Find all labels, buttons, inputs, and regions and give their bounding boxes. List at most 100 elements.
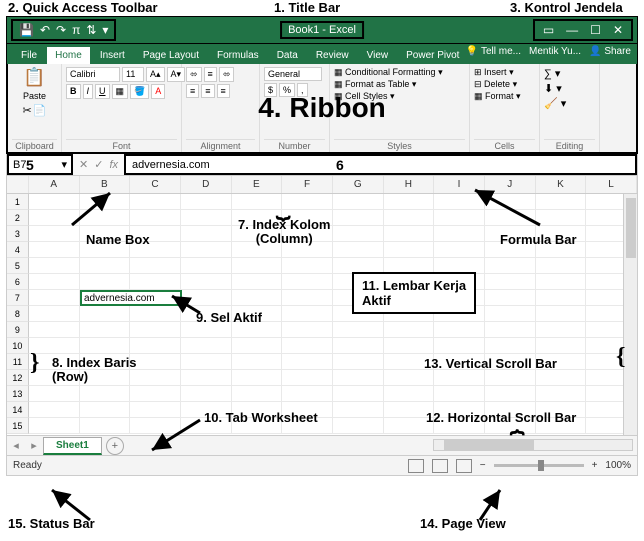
paste-icon[interactable]: 📋 <box>23 67 45 88</box>
cell-D5[interactable] <box>181 258 232 274</box>
font-name-select[interactable]: Calibri <box>66 67 120 82</box>
cell-B9[interactable] <box>80 322 131 338</box>
cell-K1[interactable] <box>536 194 587 210</box>
format-cells-button[interactable]: ▦ Format ▾ <box>474 91 521 102</box>
align-bot-icon[interactable]: ⬄ <box>219 67 235 82</box>
row-header-9[interactable]: 9 <box>7 322 29 338</box>
row-header-1[interactable]: 1 <box>7 194 29 210</box>
horizontal-scroll-bar[interactable] <box>433 439 633 451</box>
cell-H3[interactable] <box>384 226 435 242</box>
row-header-4[interactable]: 4 <box>7 242 29 258</box>
cell-J7[interactable] <box>485 290 536 306</box>
cell-C10[interactable] <box>130 338 181 354</box>
page-break-view-icon[interactable] <box>456 459 472 473</box>
fill-button-icon[interactable]: ⬇ ▾ <box>544 82 562 95</box>
number-format-select[interactable]: General <box>264 67 322 81</box>
cell-D1[interactable] <box>181 194 232 210</box>
cell-E13[interactable] <box>232 386 283 402</box>
cell-E1[interactable] <box>232 194 283 210</box>
row-header-2[interactable]: 2 <box>7 210 29 226</box>
column-header-L[interactable]: L <box>586 176 637 193</box>
cell-J12[interactable] <box>485 370 536 386</box>
cell-B14[interactable] <box>80 402 131 418</box>
bold-button[interactable]: B <box>66 84 81 99</box>
column-header-F[interactable]: F <box>282 176 333 193</box>
align-right-icon[interactable]: ≡ <box>217 84 230 98</box>
cell-G12[interactable] <box>333 370 384 386</box>
vertical-scroll-bar[interactable] <box>623 194 637 435</box>
cell-K5[interactable] <box>536 258 587 274</box>
copy-icon[interactable]: 📄 <box>33 104 47 117</box>
cell-J13[interactable] <box>485 386 536 402</box>
cell-C1[interactable] <box>130 194 181 210</box>
column-header-C[interactable]: C <box>130 176 181 193</box>
name-box[interactable]: B7 5 ▾ <box>7 154 73 175</box>
cell-F9[interactable] <box>282 322 333 338</box>
cell-H13[interactable] <box>384 386 435 402</box>
qat-dropdown-icon[interactable]: ▾ <box>102 23 108 37</box>
column-header-H[interactable]: H <box>384 176 435 193</box>
cell-E5[interactable] <box>232 258 283 274</box>
cell-K2[interactable] <box>536 210 587 226</box>
row-header-7[interactable]: 7 <box>7 290 29 306</box>
cell-H12[interactable] <box>384 370 435 386</box>
cell-C8[interactable] <box>130 306 181 322</box>
cell-I3[interactable] <box>434 226 485 242</box>
column-header-J[interactable]: J <box>485 176 536 193</box>
cell-E11[interactable] <box>232 354 283 370</box>
currency-icon[interactable]: $ <box>264 83 277 97</box>
cell-G1[interactable] <box>333 194 384 210</box>
cell-B5[interactable] <box>80 258 131 274</box>
cell-K9[interactable] <box>536 322 587 338</box>
cell-A1[interactable] <box>29 194 80 210</box>
share-button[interactable]: 👤 Share <box>589 46 631 57</box>
cell-A4[interactable] <box>29 242 80 258</box>
cell-B6[interactable] <box>80 274 131 290</box>
cell-A8[interactable] <box>29 306 80 322</box>
cell-G4[interactable] <box>333 242 384 258</box>
column-header-E[interactable]: E <box>232 176 283 193</box>
cell-F5[interactable] <box>282 258 333 274</box>
cell-J10[interactable] <box>485 338 536 354</box>
cell-J1[interactable] <box>485 194 536 210</box>
ribbon-display-icon[interactable]: ▭ <box>543 23 554 37</box>
tab-insert[interactable]: Insert <box>92 47 133 64</box>
cell-G14[interactable] <box>333 402 384 418</box>
border-icon[interactable]: ▦ <box>112 84 129 99</box>
cell-C6[interactable] <box>130 274 181 290</box>
cell-C12[interactable] <box>130 370 181 386</box>
row-header-14[interactable]: 14 <box>7 402 29 418</box>
tab-data[interactable]: Data <box>269 47 306 64</box>
undo-icon[interactable]: ↶ <box>40 23 50 37</box>
paste-button[interactable]: Paste <box>23 91 46 101</box>
conditional-formatting-button[interactable]: ▦ Conditional Formatting ▾ <box>334 67 443 78</box>
tab-page-layout[interactable]: Page Layout <box>135 47 207 64</box>
cell-F12[interactable] <box>282 370 333 386</box>
cell-G2[interactable] <box>333 210 384 226</box>
cell-H4[interactable] <box>384 242 435 258</box>
align-left-icon[interactable]: ≡ <box>186 84 199 98</box>
cell-B10[interactable] <box>80 338 131 354</box>
cell-K10[interactable] <box>536 338 587 354</box>
cell-J9[interactable] <box>485 322 536 338</box>
tab-review[interactable]: Review <box>308 47 357 64</box>
autosum-icon[interactable]: π <box>72 23 80 37</box>
sheet-tab-1[interactable]: Sheet1 <box>43 437 102 455</box>
cell-B1[interactable] <box>80 194 131 210</box>
align-center-icon[interactable]: ≡ <box>201 84 214 98</box>
cell-D13[interactable] <box>181 386 232 402</box>
tab-home[interactable]: Home <box>47 47 90 64</box>
row-header-10[interactable]: 10 <box>7 338 29 354</box>
fill-color-icon[interactable]: 🪣 <box>130 84 149 99</box>
zoom-level[interactable]: 100% <box>605 460 631 471</box>
cell-D2[interactable] <box>181 210 232 226</box>
cell-E10[interactable] <box>232 338 283 354</box>
zoom-thumb[interactable] <box>538 460 544 471</box>
cell-I4[interactable] <box>434 242 485 258</box>
cell-A9[interactable] <box>29 322 80 338</box>
save-icon[interactable]: 💾 <box>19 23 34 37</box>
cell-I9[interactable] <box>434 322 485 338</box>
cell-K12[interactable] <box>536 370 587 386</box>
column-header-A[interactable]: A <box>29 176 80 193</box>
tab-power-pivot[interactable]: Power Pivot <box>398 47 467 64</box>
